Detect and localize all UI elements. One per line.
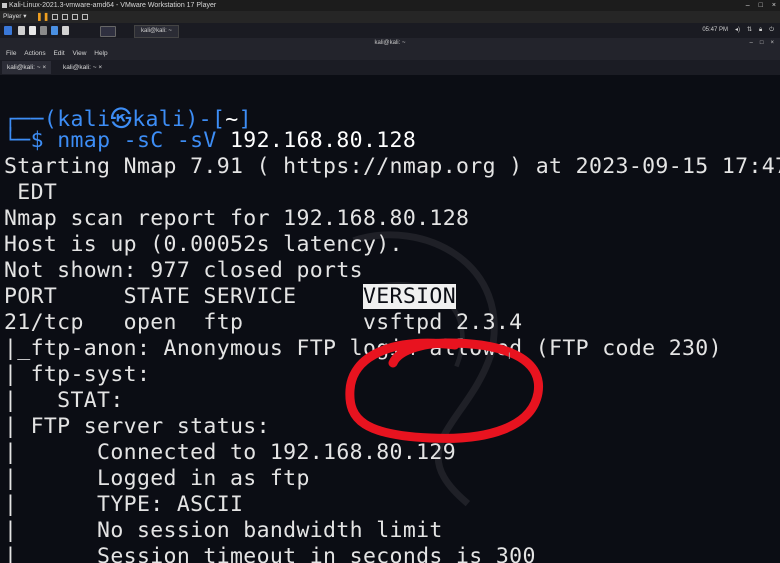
terminal-text: | Logged in as ftp <box>4 466 310 491</box>
unity-icon[interactable] <box>72 14 78 20</box>
terminal-text: Nmap scan report for 192.168.80.128 <box>4 206 470 231</box>
terminal-tab-bar: kali@kali: ~ × kali@kali: ~ × <box>0 60 780 75</box>
terminal-text: $ <box>30 128 58 153</box>
terminal-text: Host is up (0.00052s latency). <box>4 232 403 257</box>
terminal-text: EDT <box>4 180 58 205</box>
terminal-text: | No session bandwidth limit <box>4 518 443 543</box>
tab-1[interactable]: kali@kali: ~ × <box>2 61 52 74</box>
menu-help[interactable]: Help <box>94 50 107 57</box>
network-icon[interactable]: ⇅ <box>747 23 752 38</box>
terminal-text: 21/tcp open ftp vsftpd 2.3.4 <box>4 310 523 335</box>
file-manager-icon[interactable] <box>29 26 36 35</box>
terminal-line-out15: | No session bandwidth limit <box>4 518 443 543</box>
terminal-text: nmap -sC -sV <box>57 128 231 153</box>
menu-file[interactable]: File <box>6 50 16 57</box>
power-icon[interactable]: ⏻ <box>769 23 774 38</box>
terminal-text: └─ <box>4 128 31 153</box>
window-title: Kali-Linux-2021.3-vmware-amd64 - VMware … <box>9 2 217 9</box>
terminal-text: PORT STATE SERVICE <box>4 284 363 309</box>
terminal-text: | Connected to 192.168.80.129 <box>4 440 456 465</box>
window-title-bar: Kali-Linux-2021.3-vmware-amd64 - VMware … <box>0 0 780 11</box>
terminal-text: | TYPE: ASCII <box>4 492 244 517</box>
terminal-line-out10: | STAT: <box>4 388 124 413</box>
tab-2-close-icon[interactable]: × <box>98 64 102 71</box>
close-button[interactable]: × <box>772 0 776 11</box>
terminal-line-out9: | ftp-syst: <box>4 362 150 387</box>
terminal-title: kali@kali: ~ <box>374 40 406 46</box>
terminal-text: 192.168.80.128 <box>230 128 417 153</box>
terminal-text: VERSION <box>362 284 457 309</box>
workspace-switcher[interactable] <box>100 26 116 37</box>
terminal-line-out4: Host is up (0.00052s latency). <box>4 232 403 257</box>
terminal-maximize-button[interactable]: □ <box>760 38 764 48</box>
menu-actions[interactable]: Actions <box>24 50 45 57</box>
terminal-line-out8: |_ftp-anon: Anonymous FTP login allowed … <box>4 336 722 361</box>
terminal-launcher-icon[interactable] <box>40 26 47 35</box>
terminal-minimize-button[interactable]: – <box>750 38 753 48</box>
terminal-close-button[interactable]: × <box>770 38 774 48</box>
workspace-icon[interactable] <box>62 26 69 35</box>
tab-2-label: kali@kali: ~ <box>63 64 97 71</box>
terminal-menu-bar: File Actions Edit View Help <box>0 48 780 60</box>
terminal-text: | FTP server status: <box>4 414 270 439</box>
taskbar-terminal-item[interactable]: kali@kali: ~ <box>134 25 179 38</box>
terminal-line-out11: | FTP server status: <box>4 414 270 439</box>
tab-1-close-icon[interactable]: × <box>42 64 46 71</box>
terminal-line-out7: 21/tcp open ftp vsftpd 2.3.4 <box>4 310 522 335</box>
terminal-output[interactable]: ┌──(kali㉿kali)-[~] └─$ nmap -sC -sV 192.1… <box>0 75 780 563</box>
player-menu[interactable]: Player ▾ <box>3 11 27 23</box>
settings-icon[interactable] <box>82 14 88 20</box>
terminal-line-out16: | Session timeout in seconds is 300 <box>4 544 536 563</box>
menu-view[interactable]: View <box>72 50 86 57</box>
terminal-line-prompt2: └─$ nmap -sC -sV 192.168.80.128 <box>4 128 416 153</box>
terminal-text: Starting Nmap 7.91 ( https://nmap.org ) … <box>4 154 780 179</box>
vmware-toolbar: Player ▾ ❚❚ <box>0 11 780 23</box>
terminal-line-out13: | Logged in as ftp <box>4 466 310 491</box>
terminal-title-bar: kali@kali: ~ – □ × <box>0 38 780 48</box>
kali-menu-icon[interactable] <box>4 26 12 35</box>
terminal-line-out12: | Connected to 192.168.80.129 <box>4 440 456 465</box>
terminal-text: | STAT: <box>4 388 124 413</box>
fullscreen-icon[interactable] <box>62 14 68 20</box>
send-ctrl-alt-del-icon[interactable] <box>52 14 58 20</box>
maximize-button[interactable]: □ <box>759 0 763 11</box>
minimize-button[interactable]: – <box>746 0 750 11</box>
tab-2[interactable]: kali@kali: ~ × <box>58 61 107 74</box>
menu-edit[interactable]: Edit <box>53 50 64 57</box>
pause-icon[interactable]: ❚❚ <box>36 13 49 21</box>
lock-icon[interactable]: 🔒︎ <box>759 23 762 38</box>
terminal-line-out3: Nmap scan report for 192.168.80.128 <box>4 206 469 231</box>
panel-time: 05:47 PM <box>702 27 728 33</box>
terminal-text: | ftp-syst: <box>4 362 151 387</box>
terminal-text: | Session timeout in seconds is 300 <box>4 544 536 563</box>
kali-top-panel: kali@kali: ~ 05:47 PM ◂) ⇅ 🔒︎ ⏻ <box>0 23 780 38</box>
terminal-line-out6: PORT STATE SERVICE VERSION <box>4 284 457 309</box>
volume-icon[interactable]: ◂) <box>735 23 740 38</box>
tab-1-label: kali@kali: ~ <box>7 64 41 71</box>
terminal-text: |_ftp-anon: Anonymous FTP login allowed … <box>4 336 722 361</box>
terminal-line-out5: Not shown: 977 closed ports <box>4 258 363 283</box>
terminal-line-out14: | TYPE: ASCII <box>4 492 243 517</box>
terminal-line-out2: EDT <box>4 180 57 205</box>
show-desktop-icon[interactable] <box>18 26 25 35</box>
vmware-logo-icon <box>2 3 7 8</box>
terminal-text: Not shown: 977 closed ports <box>4 258 363 283</box>
browser-icon[interactable] <box>51 26 58 35</box>
terminal-line-out1: Starting Nmap 7.91 ( https://nmap.org ) … <box>4 154 780 179</box>
